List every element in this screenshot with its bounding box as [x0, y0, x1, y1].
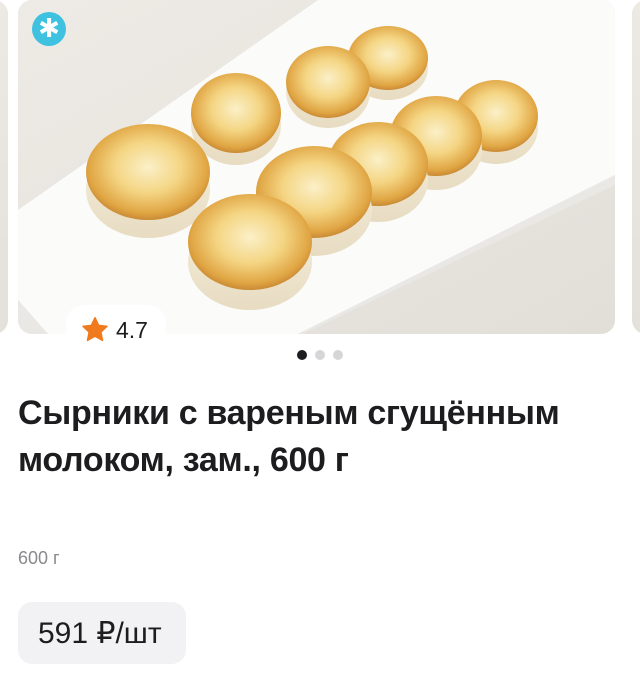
previous-slide-peek[interactable] — [0, 0, 8, 334]
carousel-dot-1[interactable] — [297, 350, 307, 360]
snowflake-icon: ✱ — [32, 12, 66, 46]
carousel-dot-3[interactable] — [333, 350, 343, 360]
image-carousel[interactable]: ✱ 4.7 — [0, 0, 640, 355]
rating-value: 4.7 — [116, 316, 148, 343]
product-image[interactable] — [18, 0, 615, 334]
star-icon — [82, 317, 108, 342]
price-badge: 591 ₽/шт — [18, 602, 186, 664]
product-title: Сырники с вареным сгущённым молоком, зам… — [18, 394, 560, 479]
next-slide-peek[interactable] — [632, 0, 640, 334]
product-weight: 600 г — [18, 548, 60, 568]
carousel-indicator — [0, 350, 640, 360]
carousel-dot-2[interactable] — [315, 350, 325, 360]
rating-badge[interactable]: 4.7 — [66, 305, 166, 355]
product-card-page: ✱ 4.7 Сырники с вареным сгущённым молоко… — [0, 0, 640, 689]
